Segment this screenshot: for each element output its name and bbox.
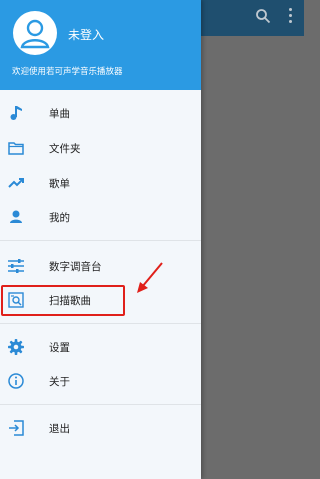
- menu-label: 文件夹: [49, 143, 81, 155]
- welcome-text: 欢迎使用若可声学音乐播放器: [12, 67, 123, 77]
- more-options-icon[interactable]: [289, 8, 293, 26]
- user-name[interactable]: 未登入: [68, 26, 104, 43]
- avatar-icon[interactable]: [13, 11, 57, 55]
- menu-item-mine[interactable]: 我的: [0, 202, 201, 232]
- menu-divider: [0, 240, 201, 241]
- info-icon: [8, 373, 24, 389]
- menu-item-playlists[interactable]: 歌单: [0, 168, 201, 198]
- music-note-icon: [10, 106, 22, 120]
- equalizer-icon: [8, 259, 24, 273]
- trending-icon: [8, 178, 24, 188]
- menu-item-songs[interactable]: 单曲: [0, 98, 201, 128]
- menu-label: 歌单: [49, 178, 70, 190]
- drawer-header: 未登入 欢迎使用若可声学音乐播放器: [0, 0, 201, 90]
- annotation-highlight-box: [1, 285, 125, 316]
- menu-divider: [0, 404, 201, 405]
- menu-item-folders[interactable]: 文件夹: [0, 133, 201, 163]
- menu-item-settings[interactable]: 设置: [0, 332, 201, 362]
- menu-item-about[interactable]: 关于: [0, 366, 201, 396]
- person-icon: [10, 210, 22, 223]
- annotation-arrow-icon: [137, 262, 163, 293]
- navigation-drawer: 未登入 欢迎使用若可声学音乐播放器 单曲 文件夹 歌单 我的 数字调音台 扫描歌…: [0, 0, 201, 479]
- menu-label: 数字调音台: [49, 261, 102, 273]
- menu-label: 关于: [49, 376, 70, 388]
- exit-icon: [9, 420, 24, 436]
- menu-label: 设置: [49, 342, 70, 354]
- menu-item-exit[interactable]: 退出: [0, 413, 201, 443]
- menu-divider: [0, 323, 201, 324]
- search-icon[interactable]: [255, 8, 271, 24]
- menu-label: 我的: [49, 212, 70, 224]
- menu-label: 退出: [49, 423, 70, 435]
- folder-icon: [8, 142, 24, 155]
- menu-label: 单曲: [49, 108, 70, 120]
- settings-gear-icon: [8, 339, 24, 355]
